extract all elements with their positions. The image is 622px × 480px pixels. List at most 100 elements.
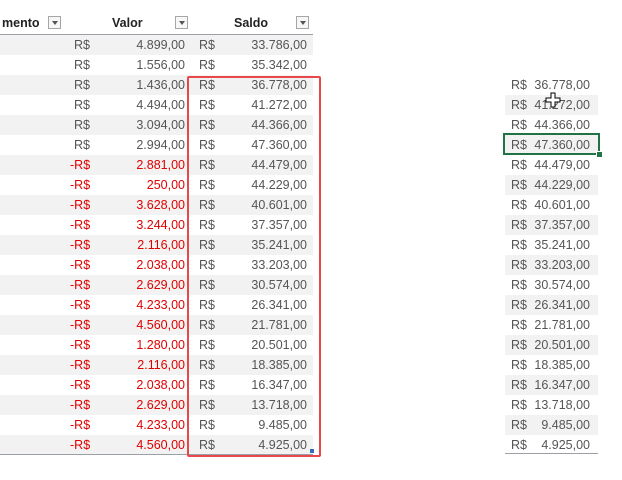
valor-cell[interactable]: 4.899,00 (90, 35, 185, 55)
saldo-cell[interactable]: 33.786,00 (219, 35, 307, 55)
valor-currency: -R$ (70, 158, 91, 172)
pasted-value-cell[interactable]: R$ 9.485,00 (505, 415, 598, 435)
pasted-value-cell[interactable]: R$ 37.357,00 (505, 215, 598, 235)
pasted-value-cell[interactable]: R$ 44.479,00 (505, 155, 598, 175)
valor-cell[interactable]: 2.038,00 (90, 375, 185, 395)
pasted-value-cell[interactable]: R$ 20.501,00 (505, 335, 598, 355)
pasted-value-cell[interactable]: R$ 35.241,00 (505, 235, 598, 255)
valor-currency: R$ (74, 38, 90, 52)
saldo-cell[interactable]: 35.342,00 (219, 55, 307, 75)
valor-cell[interactable]: 2.994,00 (90, 135, 185, 155)
pasted-currency: R$ (511, 318, 527, 332)
valor-cell[interactable]: 2.116,00 (90, 355, 185, 375)
pasted-value-cell[interactable]: R$ 21.781,00 (505, 315, 598, 335)
valor-cell[interactable]: 1.280,00 (90, 335, 185, 355)
pasted-currency: R$ (511, 378, 527, 392)
pasted-value-cell[interactable]: R$ 13.718,00 (505, 395, 598, 415)
valor-cell[interactable]: 3.628,00 (90, 195, 185, 215)
pasted-currency: R$ (511, 418, 527, 432)
pasted-value-cell[interactable]: R$ 26.341,00 (505, 295, 598, 315)
valor-currency: R$ (74, 58, 90, 72)
pasted-value-cell[interactable]: R$ 16.347,00 (505, 375, 598, 395)
valor-cell[interactable]: 4.560,00 (90, 315, 185, 335)
table-row[interactable]: R$ 1.556,00 R$ 35.342,00 (0, 55, 313, 75)
pasted-value: 44.366,00 (534, 118, 590, 132)
header-valor-label: Valor (112, 16, 143, 30)
pasted-currency: R$ (511, 298, 527, 312)
pasted-value: 9.485,00 (541, 418, 590, 432)
pasted-value: 41.272,00 (534, 98, 590, 112)
valor-currency: -R$ (70, 218, 91, 232)
valor-cell[interactable]: 1.436,00 (90, 75, 185, 95)
filter-dropdown-icon[interactable] (296, 16, 309, 29)
pasted-value: 20.501,00 (534, 338, 590, 352)
valor-currency: -R$ (70, 378, 91, 392)
pasted-currency: R$ (511, 398, 527, 412)
valor-currency: -R$ (70, 178, 91, 192)
header-valor[interactable]: Valor (62, 13, 192, 34)
pasted-currency: R$ (511, 358, 527, 372)
pasted-currency: R$ (511, 198, 527, 212)
fill-handle[interactable] (310, 449, 314, 453)
valor-currency: R$ (74, 98, 90, 112)
valor-currency: R$ (74, 118, 90, 132)
selected-cell[interactable] (503, 133, 600, 155)
valor-cell[interactable]: 2.629,00 (90, 395, 185, 415)
pasted-value: 4.925,00 (541, 438, 590, 452)
valor-cell[interactable]: 3.094,00 (90, 115, 185, 135)
pasted-value-cell[interactable]: R$ 44.366,00 (505, 115, 598, 135)
valor-currency: -R$ (70, 198, 91, 212)
pasted-value: 18.385,00 (534, 358, 590, 372)
pasted-value-cell[interactable]: R$ 18.385,00 (505, 355, 598, 375)
valor-cell[interactable]: 2.038,00 (90, 255, 185, 275)
valor-currency: -R$ (70, 258, 91, 272)
header-lancamento[interactable]: mento (0, 13, 62, 34)
pasted-currency: R$ (511, 278, 527, 292)
pasted-column-bottom-border (505, 453, 598, 454)
pasted-value-cell[interactable]: R$ 40.601,00 (505, 195, 598, 215)
valor-cell[interactable]: 2.629,00 (90, 275, 185, 295)
pasted-value: 21.781,00 (534, 318, 590, 332)
header-saldo[interactable]: Saldo (192, 13, 313, 34)
valor-cell[interactable]: 3.244,00 (90, 215, 185, 235)
valor-cell[interactable]: 4.233,00 (90, 415, 185, 435)
valor-cell[interactable]: 4.494,00 (90, 95, 185, 115)
pasted-value: 40.601,00 (534, 198, 590, 212)
cell-cursor-icon (545, 92, 561, 108)
saldo-highlight-box (187, 76, 321, 457)
pasted-value-cell[interactable]: R$ 33.203,00 (505, 255, 598, 275)
pasted-currency: R$ (511, 258, 527, 272)
filter-dropdown-icon[interactable] (48, 16, 61, 29)
pasted-value: 33.203,00 (534, 258, 590, 272)
valor-cell[interactable]: 250,00 (90, 175, 185, 195)
valor-currency: -R$ (70, 338, 91, 352)
header-lancamento-label: mento (2, 16, 40, 30)
pasted-value-cell[interactable]: R$ 4.925,00 (505, 435, 598, 455)
valor-currency: -R$ (70, 438, 91, 452)
pasted-value: 37.357,00 (534, 218, 590, 232)
valor-cell[interactable]: 2.881,00 (90, 155, 185, 175)
pasted-value: 44.479,00 (534, 158, 590, 172)
pasted-value: 16.347,00 (534, 378, 590, 392)
pasted-currency: R$ (511, 238, 527, 252)
pasted-currency: R$ (511, 438, 527, 452)
valor-cell[interactable]: 4.233,00 (90, 295, 185, 315)
valor-currency: -R$ (70, 398, 91, 412)
saldo-currency: R$ (199, 58, 215, 72)
pasted-value: 36.778,00 (534, 78, 590, 92)
table-header: mento Valor Saldo (0, 13, 313, 35)
valor-currency: -R$ (70, 298, 91, 312)
saldo-currency: R$ (199, 38, 215, 52)
pasted-value: 30.574,00 (534, 278, 590, 292)
valor-cell[interactable]: 1.556,00 (90, 55, 185, 75)
valor-cell[interactable]: 4.560,00 (90, 435, 185, 455)
valor-currency: -R$ (70, 358, 91, 372)
table-row[interactable]: R$ 4.899,00 R$ 33.786,00 (0, 35, 313, 55)
selected-cell-fill-handle[interactable] (596, 151, 603, 158)
valor-cell[interactable]: 2.116,00 (90, 235, 185, 255)
pasted-value-cell[interactable]: R$ 30.574,00 (505, 275, 598, 295)
valor-currency: R$ (74, 78, 90, 92)
filter-dropdown-icon[interactable] (175, 16, 188, 29)
pasted-value: 26.341,00 (534, 298, 590, 312)
pasted-value-cell[interactable]: R$ 44.229,00 (505, 175, 598, 195)
